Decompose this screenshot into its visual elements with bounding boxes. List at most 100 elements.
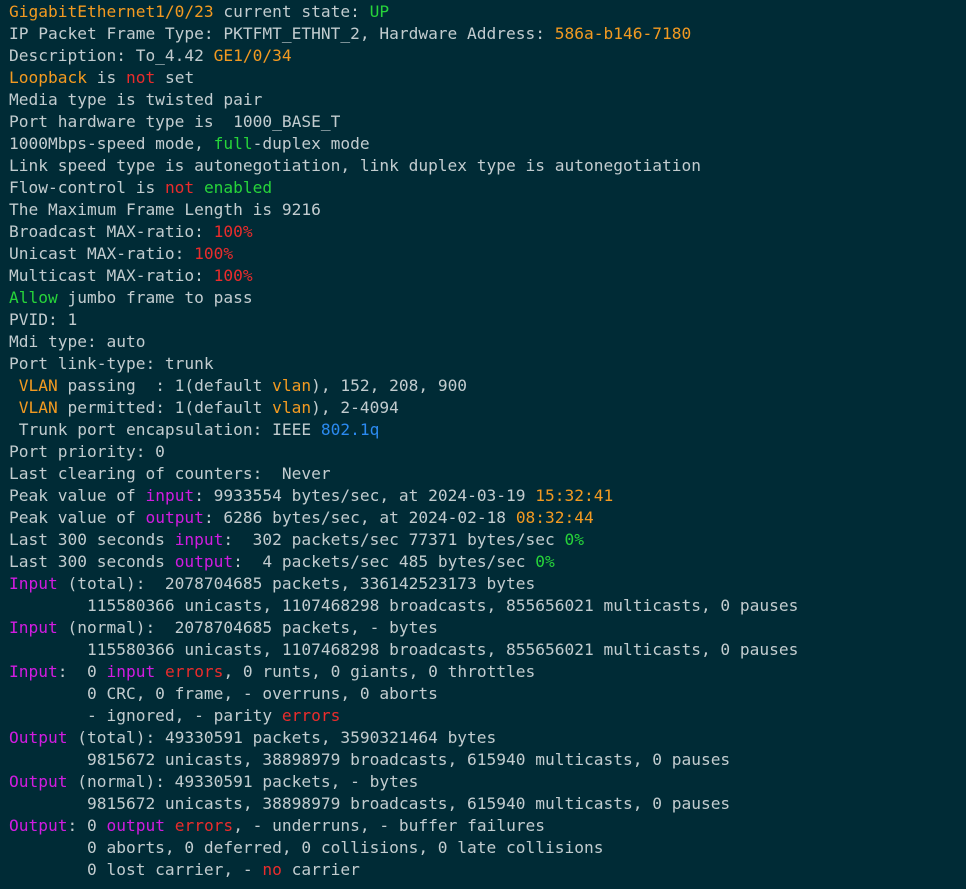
terminal-text: vlan bbox=[272, 398, 312, 417]
terminal-line: IP Packet Frame Type: PKTFMT_ETHNT_2, Ha… bbox=[9, 23, 966, 45]
terminal-line: Input (total): 2078704685 packets, 33614… bbox=[9, 573, 966, 595]
terminal-text: : 0 bbox=[57, 662, 107, 681]
terminal-line: GigabitEthernet1/0/23 current state: UP bbox=[9, 1, 966, 23]
terminal-line: Input: 0 input errors, 0 runts, 0 giants… bbox=[9, 661, 966, 683]
terminal-text: not bbox=[125, 68, 156, 87]
terminal-line: The Maximum Frame Length is 9216 bbox=[9, 199, 966, 221]
terminal-line: Output (total): 49330591 packets, 359032… bbox=[9, 727, 966, 749]
terminal-text: is bbox=[86, 68, 126, 87]
terminal-text: Output bbox=[9, 816, 68, 835]
terminal-text: jumbo frame to pass bbox=[57, 288, 253, 307]
terminal-text: : 9933554 bytes/sec, at 2024-03-19 bbox=[194, 486, 536, 505]
terminal-text: output bbox=[106, 816, 165, 835]
terminal-line: Input (normal): 2078704685 packets, - by… bbox=[9, 617, 966, 639]
terminal-text: set bbox=[155, 68, 195, 87]
terminal-text: errors bbox=[164, 662, 224, 681]
terminal-line: Peak value of input: 9933554 bytes/sec, … bbox=[9, 485, 966, 507]
terminal-line: Description: To_4.42 GE1/0/34 bbox=[9, 45, 966, 67]
terminal-text: input bbox=[145, 486, 195, 505]
terminal-line: Port link-type: trunk bbox=[9, 353, 966, 375]
terminal-text: Link speed type is autonegotiation, link… bbox=[9, 156, 701, 175]
terminal-text: enabled bbox=[203, 178, 273, 197]
terminal-text: 100% bbox=[213, 266, 253, 285]
terminal-text: full bbox=[213, 134, 253, 153]
terminal-text: Peak value of bbox=[9, 486, 146, 505]
terminal-line: Last 300 seconds input: 302 packets/sec … bbox=[9, 529, 966, 551]
terminal-text: 100% bbox=[194, 244, 234, 263]
terminal-text: Flow-control is bbox=[9, 178, 165, 197]
terminal-text: input bbox=[174, 530, 224, 549]
terminal-line: - ignored, - parity errors bbox=[9, 705, 966, 727]
terminal-text: 586a-b146-7180 bbox=[554, 24, 692, 43]
terminal-text: Last 300 seconds bbox=[9, 530, 175, 549]
terminal-text: 0 CRC, 0 frame, - overruns, 0 aborts bbox=[9, 684, 438, 703]
terminal-line: Multicast MAX-ratio: 100% bbox=[9, 265, 966, 287]
terminal-line: 115580366 unicasts, 1107468298 broadcast… bbox=[9, 639, 966, 661]
terminal-line: Peak value of output: 6286 bytes/sec, at… bbox=[9, 507, 966, 529]
terminal-text: permitted: 1(default bbox=[57, 398, 273, 417]
terminal-line: Media type is twisted pair bbox=[9, 89, 966, 111]
terminal-text: 9815672 unicasts, 38898979 broadcasts, 6… bbox=[9, 750, 731, 769]
terminal-text: Unicast MAX-ratio: bbox=[9, 244, 195, 263]
terminal-line: Port priority: 0 bbox=[9, 441, 966, 463]
terminal-text: Port priority: 0 bbox=[9, 442, 165, 461]
terminal-text: no bbox=[262, 860, 282, 879]
terminal-text: 100% bbox=[213, 222, 253, 241]
terminal-line: Mdi type: auto bbox=[9, 331, 966, 353]
terminal-text: PVID: 1 bbox=[9, 310, 78, 329]
terminal-text: Peak value of bbox=[9, 508, 146, 527]
terminal-text: Input bbox=[9, 574, 58, 593]
terminal-text: Port link-type: trunk bbox=[9, 354, 214, 373]
terminal-text: errors bbox=[281, 706, 341, 725]
terminal-text: Input bbox=[9, 618, 58, 637]
terminal-line: Trunk port encapsulation: IEEE 802.1q bbox=[9, 419, 966, 441]
terminal-text: (total): 2078704685 packets, 33614252317… bbox=[57, 574, 536, 593]
terminal-text: 115580366 unicasts, 1107468298 broadcast… bbox=[9, 596, 799, 615]
terminal-text: , - underruns, - buffer failures bbox=[233, 816, 546, 835]
terminal-text: errors bbox=[174, 816, 234, 835]
terminal-line: Output: 0 output errors, - underruns, - … bbox=[9, 815, 966, 837]
terminal-line: PVID: 1 bbox=[9, 309, 966, 331]
terminal-line: 0 lost carrier, - no carrier bbox=[9, 859, 966, 881]
terminal-text: - ignored, - parity bbox=[9, 706, 282, 725]
terminal-text: Output bbox=[9, 728, 68, 747]
terminal-text: IP Packet Frame Type: PKTFMT_ETHNT_2, Ha… bbox=[9, 24, 555, 43]
terminal-line: 0 aborts, 0 deferred, 0 collisions, 0 la… bbox=[9, 837, 966, 859]
terminal-text: , 0 runts, 0 giants, 0 throttles bbox=[223, 662, 536, 681]
terminal-text: 15:32:41 bbox=[535, 486, 614, 505]
terminal-line: Loopback is not set bbox=[9, 67, 966, 89]
terminal-text: ), 2-4094 bbox=[311, 398, 399, 417]
terminal-text: : 0 bbox=[67, 816, 107, 835]
terminal-text: not bbox=[164, 178, 195, 197]
terminal-text: (total): 49330591 packets, 3590321464 by… bbox=[67, 728, 497, 747]
terminal-line: VLAN permitted: 1(default vlan), 2-4094 bbox=[9, 397, 966, 419]
terminal-text: The Maximum Frame Length is 9216 bbox=[9, 200, 321, 219]
terminal-line: Last clearing of counters: Never bbox=[9, 463, 966, 485]
terminal-text: 0 aborts, 0 deferred, 0 collisions, 0 la… bbox=[9, 838, 604, 857]
terminal-line: Link speed type is autonegotiation, link… bbox=[9, 155, 966, 177]
terminal-text: GigabitEthernet1/0/23 bbox=[9, 2, 214, 21]
terminal-text: Output bbox=[9, 772, 68, 791]
terminal-text: Trunk port encapsulation: IEEE bbox=[9, 420, 321, 439]
terminal-text: : 4 packets/sec 485 bytes/sec bbox=[233, 552, 536, 571]
terminal-text: Allow bbox=[9, 288, 58, 307]
terminal-text: Description: To_4.42 bbox=[9, 46, 214, 65]
terminal-text: VLAN bbox=[18, 376, 58, 395]
terminal-text: vlan bbox=[272, 376, 312, 395]
terminal-line: Port hardware type is 1000_BASE_T bbox=[9, 111, 966, 133]
terminal-text: : 302 packets/sec 77371 bytes/sec bbox=[223, 530, 565, 549]
terminal-output[interactable]: GigabitEthernet1/0/23 current state: UP I… bbox=[0, 0, 966, 889]
terminal-text: VLAN bbox=[18, 398, 58, 417]
terminal-text: Loopback bbox=[9, 68, 87, 87]
terminal-line: Broadcast MAX-ratio: 100% bbox=[9, 221, 966, 243]
terminal-line: 115580366 unicasts, 1107468298 broadcast… bbox=[9, 595, 966, 617]
terminal-text: 0 lost carrier, - bbox=[9, 860, 263, 879]
terminal-line: VLAN passing : 1(default vlan), 152, 208… bbox=[9, 375, 966, 397]
terminal-line: Output (normal): 49330591 packets, - byt… bbox=[9, 771, 966, 793]
terminal-text: Media type is twisted pair bbox=[9, 90, 263, 109]
